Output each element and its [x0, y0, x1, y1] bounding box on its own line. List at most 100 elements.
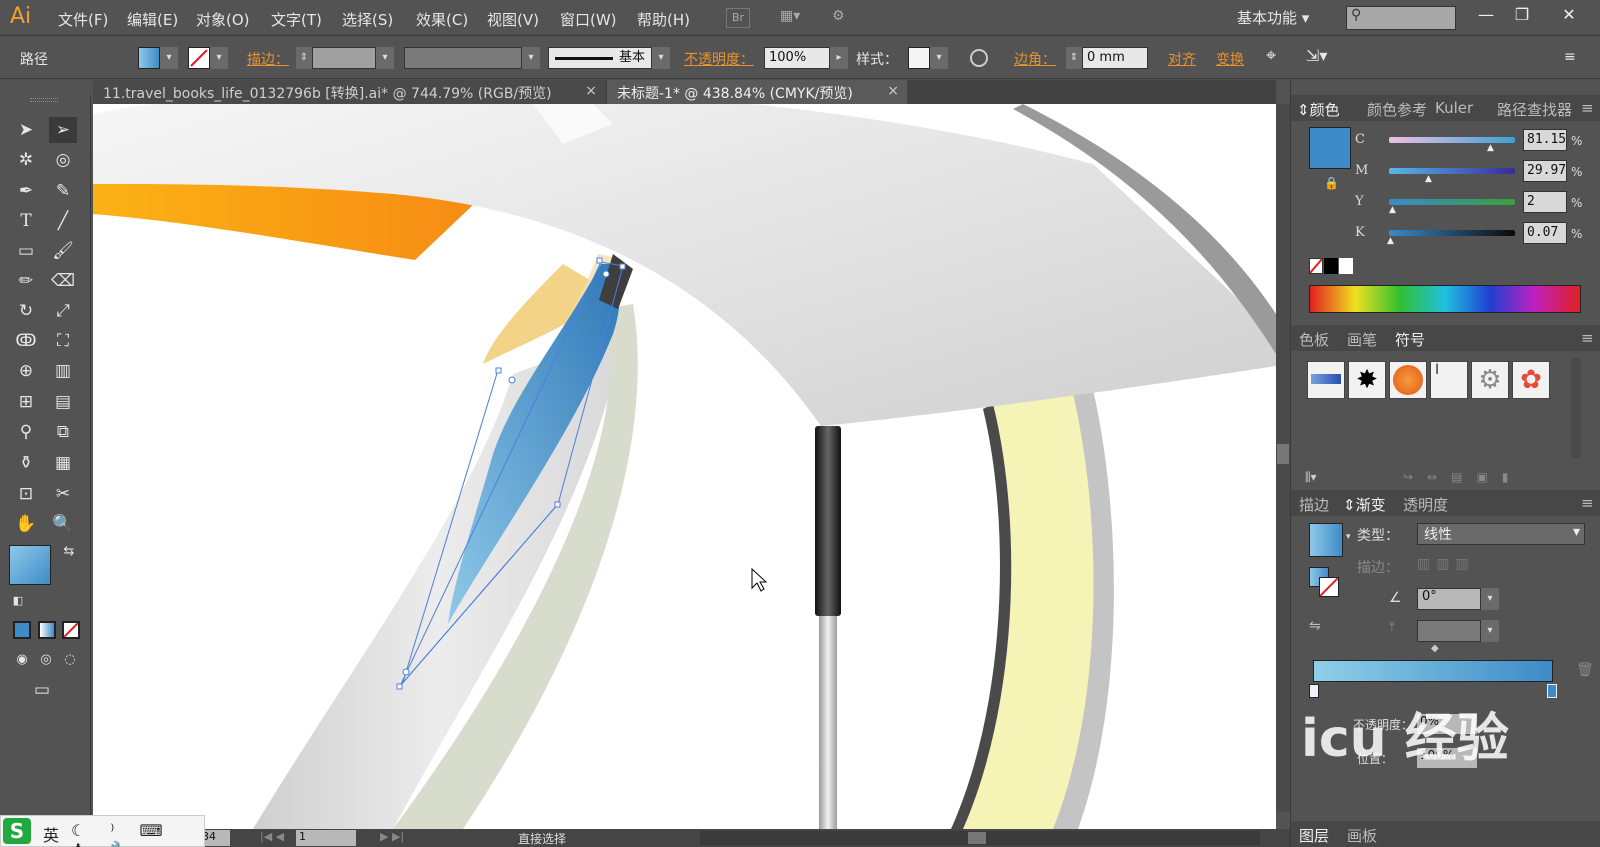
close-button[interactable]: ✕ — [1553, 2, 1585, 30]
eraser-icon[interactable]: ⌫ — [49, 268, 77, 294]
black-color-chip[interactable] — [1324, 258, 1338, 274]
fill-dropdown[interactable]: ▾ — [160, 47, 178, 69]
tab-close-icon[interactable]: × — [585, 83, 597, 99]
menu-effect[interactable]: 效果(C) — [416, 9, 468, 30]
tab-brushes[interactable]: 画笔 — [1347, 329, 1377, 350]
stroke-weight-field[interactable] — [312, 47, 376, 69]
yellow-slider[interactable] — [1389, 199, 1515, 205]
selection-tool-icon[interactable]: ➤ — [12, 117, 40, 143]
tab-pathfinder[interactable]: 路径查找器 — [1497, 99, 1572, 120]
direct-selection-tool-icon[interactable]: ➢ — [49, 117, 77, 143]
tab-layers[interactable]: 图层 — [1299, 825, 1329, 846]
scale-tool-icon[interactable]: ⤢ — [49, 298, 77, 324]
fill-swatch[interactable] — [138, 47, 160, 69]
gradient-angle-field[interactable]: 0° — [1417, 588, 1481, 610]
gpu-performance-icon[interactable]: ⚙ — [832, 8, 845, 24]
magenta-value-field[interactable]: 29.97 — [1523, 160, 1567, 182]
menu-help[interactable]: 帮助(H) — [637, 9, 690, 30]
symbol-cursor-frame[interactable]: Ι — [1430, 361, 1468, 399]
gradient-type-select[interactable]: 线性 ▾ — [1417, 523, 1585, 545]
white-color-chip[interactable] — [1339, 258, 1353, 274]
search-input[interactable]: ⚲ — [1346, 6, 1456, 30]
graphic-style-swatch[interactable] — [908, 47, 930, 69]
zoom-tool-icon[interactable]: 🔍 — [49, 511, 77, 537]
isolate-icon[interactable]: ⌖ — [1266, 45, 1276, 66]
symbols-scrollbar[interactable] — [1571, 358, 1581, 458]
horizontal-scrollbar[interactable] — [700, 831, 1260, 845]
corner-field[interactable]: 0 mm — [1082, 47, 1148, 69]
black-value-field[interactable]: 0.07 — [1523, 222, 1567, 244]
opacity-field[interactable]: 100% — [764, 47, 830, 69]
magic-wand-icon[interactable]: ✲ — [12, 147, 40, 173]
draw-inside-icon[interactable]: ◌ — [56, 647, 84, 673]
stroke-weight-dropdown[interactable]: ▾ — [376, 47, 394, 69]
tab-close-icon[interactable]: × — [887, 83, 899, 99]
menu-type[interactable]: 文字(T) — [271, 9, 322, 30]
gradient-stroke-small[interactable] — [1319, 577, 1339, 597]
warp-tool-icon[interactable]: ↂ — [12, 328, 40, 354]
magenta-slider-handle[interactable]: ▲ — [1425, 174, 1432, 184]
sogou-logo-icon[interactable]: S — [3, 818, 31, 844]
artboard-tool-icon[interactable]: ⊡ — [12, 481, 40, 507]
tab-transparency[interactable]: 透明度 — [1403, 494, 1448, 515]
stroke-weight-stepper[interactable]: ⇕ — [296, 47, 312, 69]
perspective-grid-icon[interactable]: ▥ — [49, 358, 77, 384]
ime-tools-icons[interactable]: ☾ ⁾ ⌨ ♟ 🔧 — [71, 821, 204, 847]
lasso-icon[interactable]: ◎ — [49, 147, 77, 173]
type-tool-icon[interactable]: T — [12, 208, 40, 234]
default-colors-icon[interactable]: ◧ — [4, 588, 32, 614]
gradient-preview-swatch[interactable] — [1309, 523, 1343, 557]
menu-object[interactable]: 对象(O) — [196, 9, 250, 30]
screen-mode-icon[interactable]: ▭ — [28, 677, 56, 703]
rectangle-tool-icon[interactable]: ▭ — [12, 238, 40, 264]
none-mode-icon[interactable] — [62, 621, 80, 639]
tab-untitled[interactable]: 未标题-1* @ 438.84% (CMYK/预览) × — [607, 80, 907, 104]
tab-travel-books[interactable]: 11.travel_books_life_0132796b [转换].ai* @… — [93, 80, 605, 104]
graphic-style-dropdown[interactable]: ▾ — [930, 47, 948, 69]
bridge-button[interactable]: Br — [726, 8, 750, 28]
menu-file[interactable]: 文件(F) — [58, 9, 108, 30]
stroke-style-dropdown[interactable]: ▾ — [652, 47, 670, 69]
free-transform-icon[interactable]: ⛶ — [49, 328, 77, 354]
curvature-tool-icon[interactable]: ✎ — [49, 178, 77, 204]
symbol-sprayer-icon[interactable]: ⚱ — [12, 450, 40, 476]
gradient-slider[interactable] — [1313, 660, 1553, 682]
arrange-icon[interactable]: ⇲▾ — [1306, 46, 1327, 65]
color-mode-icon[interactable] — [13, 621, 31, 639]
eyedropper-icon[interactable]: ⚲ — [12, 419, 40, 445]
panel-menu-icon[interactable]: ≡ — [1581, 494, 1594, 512]
symbol-chain-ring[interactable]: ⚙ — [1471, 361, 1509, 399]
menu-select[interactable]: 选择(S) — [342, 9, 393, 30]
slice-tool-icon[interactable]: ✂ — [49, 481, 77, 507]
variable-width-field[interactable] — [404, 47, 522, 69]
menu-edit[interactable]: 编辑(E) — [127, 9, 178, 30]
gradient-aspect-dropdown[interactable]: ▾ — [1481, 620, 1499, 642]
ime-language[interactable]: 英 — [43, 822, 59, 846]
gradient-aspect-field[interactable] — [1417, 620, 1481, 642]
menu-window[interactable]: 窗口(W) — [560, 9, 617, 30]
delete-stop-icon[interactable]: 🗑 — [1576, 662, 1594, 678]
color-spectrum[interactable] — [1309, 285, 1581, 313]
workspace-switcher[interactable]: 基本功能 ▾ — [1237, 7, 1309, 28]
symbol-flower[interactable]: ✿ — [1512, 361, 1550, 399]
transform-link[interactable]: 变换 — [1216, 49, 1244, 69]
stroke-style-field[interactable]: 基本 — [548, 47, 652, 69]
blend-tool-icon[interactable]: ⧉ — [49, 419, 77, 445]
cyan-value-field[interactable]: 81.15 — [1523, 129, 1567, 151]
control-menu-icon[interactable]: ≡ — [1564, 49, 1576, 65]
horizontal-scroll-thumb[interactable] — [968, 832, 986, 844]
tab-stroke[interactable]: 描边 — [1299, 494, 1329, 515]
black-slider-handle[interactable]: ▲ — [1387, 236, 1394, 246]
toolbox-grip[interactable] — [30, 98, 58, 102]
corner-stepper[interactable]: ⇕ — [1066, 47, 1082, 69]
black-slider[interactable] — [1389, 230, 1515, 236]
opacity-arrow[interactable]: ▸ — [830, 47, 848, 69]
symbol-blue-banner[interactable] — [1307, 361, 1345, 399]
minimize-button[interactable]: — — [1470, 2, 1502, 30]
artboard-nav-last-icon[interactable]: ▶ ▶| — [380, 830, 404, 843]
mesh-tool-icon[interactable]: ⊞ — [12, 389, 40, 415]
vertical-scroll-thumb[interactable] — [1277, 444, 1289, 464]
artboard-canvas[interactable] — [93, 104, 1276, 829]
align-link[interactable]: 对齐 — [1168, 49, 1196, 69]
gradient-stop-right[interactable] — [1547, 684, 1557, 698]
